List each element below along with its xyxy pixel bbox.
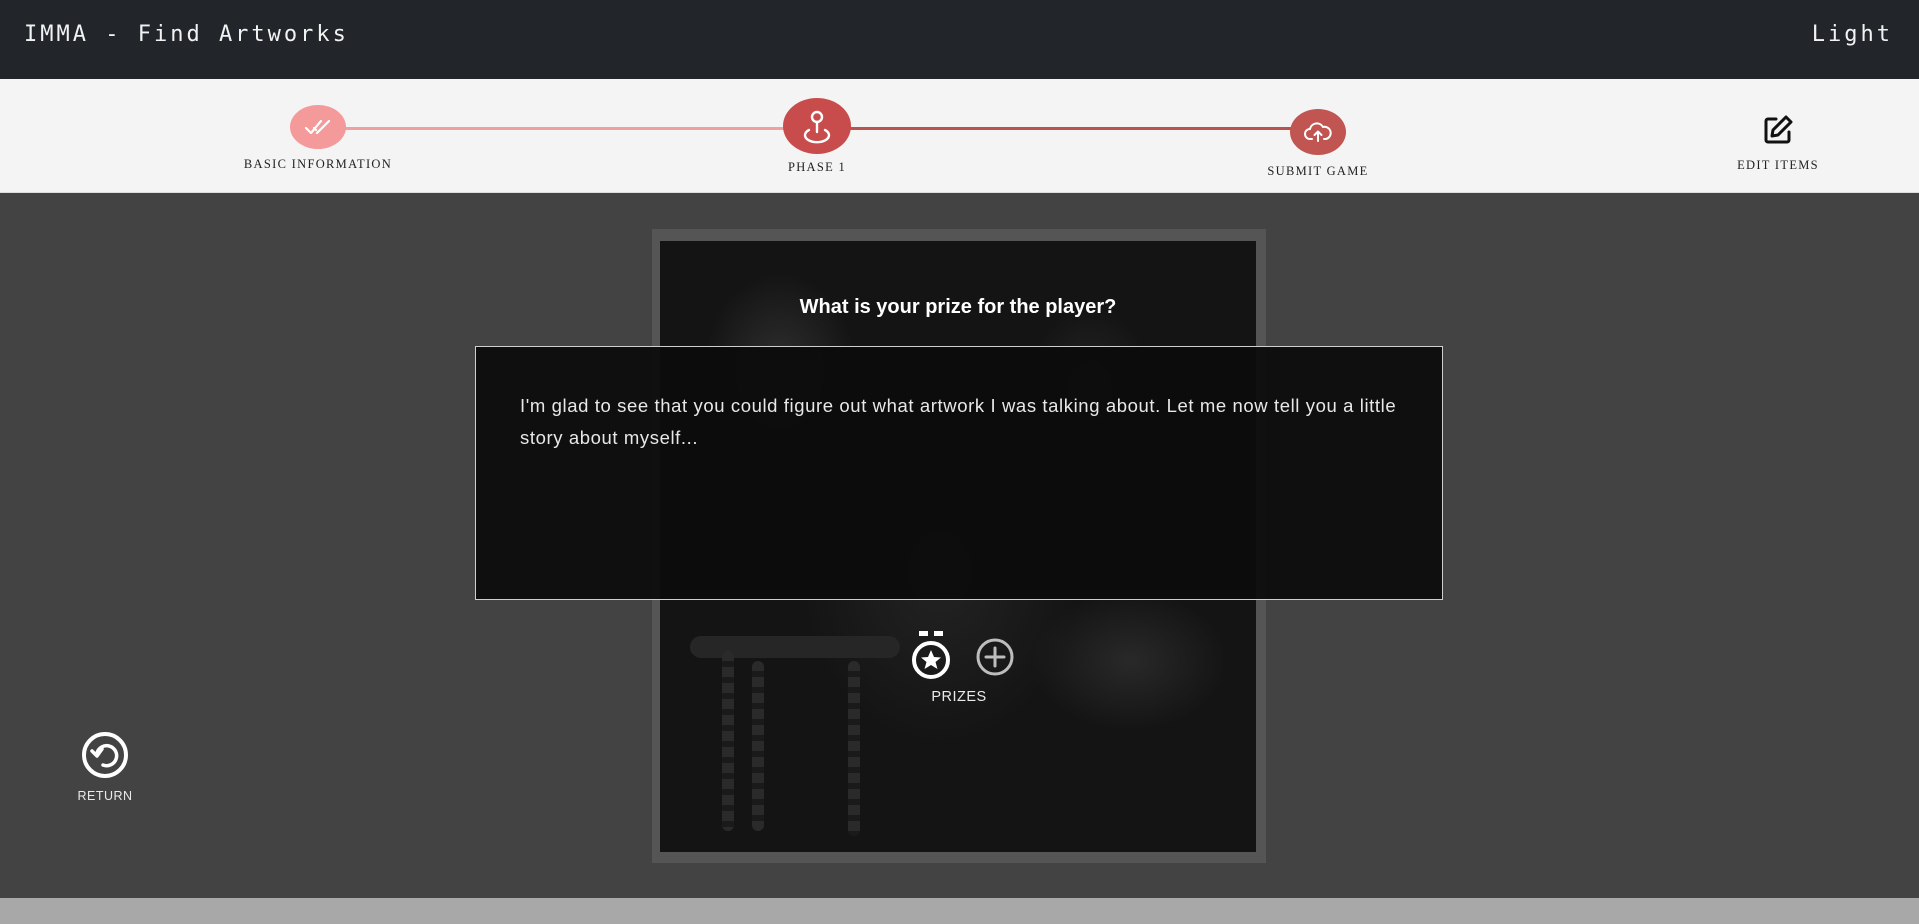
step-label: BASIC INFORMATION bbox=[243, 157, 393, 171]
return-button[interactable]: RETURN bbox=[64, 730, 146, 803]
chair-leg-shape bbox=[752, 661, 764, 831]
return-label: RETURN bbox=[77, 789, 133, 803]
edit-icon bbox=[1761, 115, 1795, 151]
theme-toggle[interactable]: Light bbox=[1812, 22, 1893, 47]
message-text: I'm glad to see that you could figure ou… bbox=[520, 395, 1397, 448]
app-title: IMMA - Find Artworks bbox=[24, 22, 349, 47]
step-label: PHASE 1 bbox=[787, 160, 847, 174]
app-header: IMMA - Find Artworks Light bbox=[0, 0, 1919, 79]
edit-items-label: EDIT ITEMS bbox=[1737, 158, 1819, 172]
prize-question: What is your prize for the player? bbox=[799, 296, 1117, 318]
map-pin-icon bbox=[783, 98, 851, 154]
double-check-icon bbox=[290, 105, 346, 149]
chair-leg-shape bbox=[722, 651, 734, 831]
plus-circle-icon[interactable] bbox=[975, 637, 1015, 682]
message-textarea[interactable]: I'm glad to see that you could figure ou… bbox=[475, 346, 1443, 600]
step-basic-information[interactable]: BASIC INFORMATION bbox=[218, 105, 418, 172]
cloud-upload-icon bbox=[1290, 109, 1346, 155]
progress-stepper: BASIC INFORMATION PHASE 1 SUBMIT GAME ED… bbox=[0, 79, 1919, 193]
prizes-label: PRIZES bbox=[931, 689, 987, 705]
undo-icon bbox=[80, 732, 130, 784]
step-submit-game[interactable]: SUBMIT GAME bbox=[1218, 109, 1418, 179]
step-phase-1[interactable]: PHASE 1 bbox=[717, 98, 917, 175]
medal-icon[interactable] bbox=[910, 630, 952, 687]
bottom-strip bbox=[0, 898, 1919, 924]
chair-leg-shape bbox=[848, 661, 860, 836]
step-label: SUBMIT GAME bbox=[1267, 164, 1369, 178]
edit-items-button[interactable]: EDIT ITEMS bbox=[1718, 113, 1838, 173]
